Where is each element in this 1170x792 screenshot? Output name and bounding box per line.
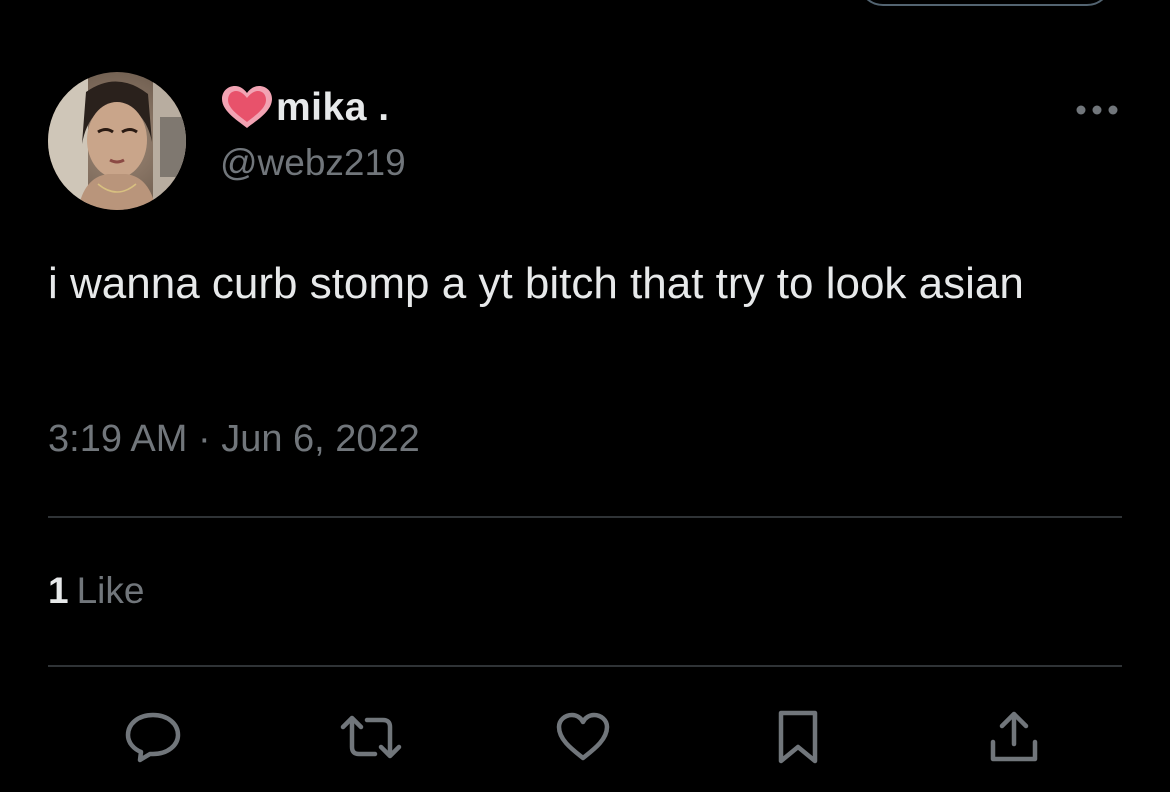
- user-handle[interactable]: @webz219: [220, 142, 406, 184]
- share-button[interactable]: [977, 700, 1051, 774]
- reply-icon: [125, 712, 181, 763]
- avatar[interactable]: [48, 72, 186, 210]
- divider: [48, 516, 1122, 518]
- tweet-text: i wanna curb stomp a yt bitch that try t…: [48, 259, 1024, 308]
- bookmark-icon: [778, 710, 818, 764]
- heart-emoji-icon: [222, 86, 272, 128]
- heart-icon: [556, 712, 610, 761]
- more-icon: [1076, 105, 1118, 115]
- display-name[interactable]: mika .: [220, 84, 390, 132]
- tweet-timestamp[interactable]: 3:19 AM · Jun 6, 2022: [48, 418, 420, 461]
- likes-summary[interactable]: 1 Like: [48, 570, 144, 612]
- retweet-icon: [340, 715, 402, 759]
- share-icon: [990, 711, 1038, 762]
- reply-button[interactable]: [116, 700, 190, 774]
- retweet-button[interactable]: [334, 700, 408, 774]
- like-button[interactable]: [546, 700, 620, 774]
- divider: [48, 665, 1122, 667]
- likes-label: Like: [76, 570, 145, 611]
- follow-button-partial[interactable]: [858, 0, 1112, 6]
- more-options-button[interactable]: [1070, 90, 1124, 130]
- bookmark-button[interactable]: [761, 700, 835, 774]
- likes-count: 1: [48, 570, 69, 611]
- action-bar: [48, 700, 1122, 774]
- profile-photo: [48, 72, 186, 210]
- display-name-text: mika .: [276, 86, 390, 129]
